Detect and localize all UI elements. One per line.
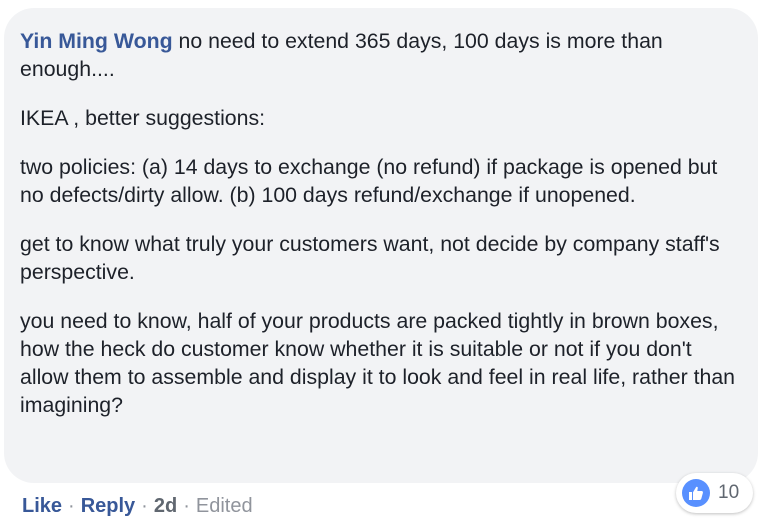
separator-dot: · <box>68 495 75 517</box>
comment-paragraph: IKEA , better suggestions: <box>20 106 266 130</box>
timestamp-link[interactable]: 2d <box>154 495 177 517</box>
reply-button[interactable]: Reply <box>81 495 135 517</box>
comment-first-paragraph: Yin Ming Wong no need to extend 365 days… <box>20 27 742 83</box>
author-name-link[interactable]: Yin Ming Wong <box>20 29 173 53</box>
comment-paragraph: you need to know, half of your products … <box>20 309 736 417</box>
comment-bubble: Yin Ming Wong no need to extend 365 days… <box>4 8 758 483</box>
comment-body: Yin Ming Wong no need to extend 365 days… <box>20 27 742 419</box>
like-thumbs-up-icon <box>682 479 710 507</box>
reaction-count: 10 <box>718 482 740 503</box>
comment-paragraph: two policies: (a) 14 days to exchange (n… <box>20 155 718 207</box>
comment-actions: Like · Reply · 2d · Edited <box>22 492 253 520</box>
edited-label[interactable]: Edited <box>196 495 253 517</box>
reaction-count-badge[interactable]: 10 <box>676 473 754 513</box>
comment-paragraph: get to know what truly your customers wa… <box>20 232 720 284</box>
separator-dot: · <box>141 495 148 517</box>
like-button[interactable]: Like <box>22 495 62 517</box>
separator-dot: · <box>183 495 190 517</box>
